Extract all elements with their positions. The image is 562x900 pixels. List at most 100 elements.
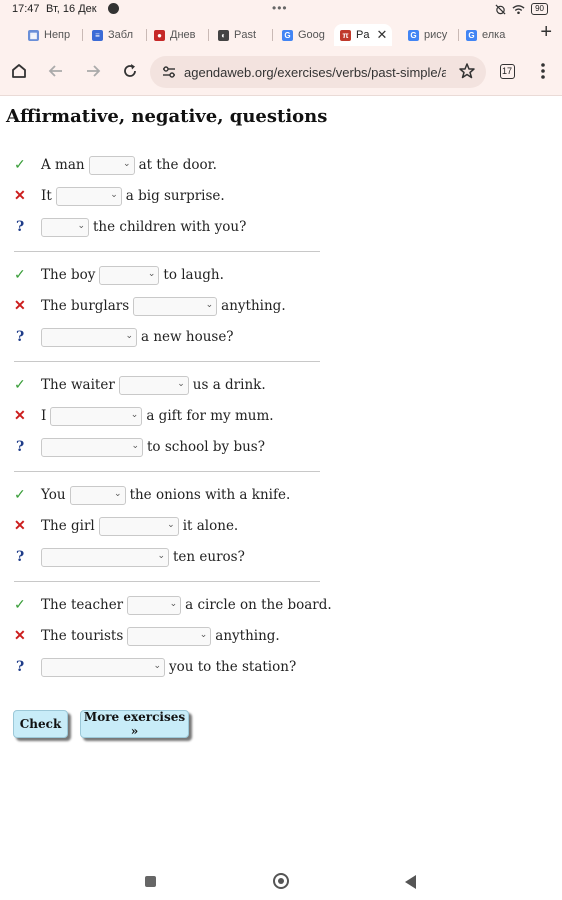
sentence-end: a new house?	[141, 329, 234, 345]
tab-label: Past	[234, 29, 257, 41]
group-divider	[14, 251, 320, 252]
forward-button[interactable]	[80, 58, 106, 84]
answer-dropdown[interactable]: ⌄	[99, 265, 160, 285]
site-settings-icon	[163, 66, 175, 78]
answer-dropdown[interactable]: ⌄	[55, 186, 122, 206]
tab-separator	[82, 29, 83, 41]
cross-mark-icon: ✕	[14, 628, 26, 644]
tab-label: Непр	[44, 29, 71, 41]
chevron-down-icon: ⌄	[153, 660, 161, 671]
address-bar[interactable]: agendaweb.org/exercises/verbs/past-simpl…	[150, 56, 486, 88]
check-mark-icon: ✓	[14, 267, 26, 283]
chevron-down-icon: ⌄	[130, 409, 139, 420]
tab-switcher-button[interactable]: 17	[494, 58, 520, 84]
chevron-down-icon: ⌄	[199, 629, 208, 640]
date: Вт, 16 Дек	[46, 3, 97, 15]
home-button[interactable]	[6, 58, 32, 84]
back-button[interactable]	[43, 58, 69, 84]
chevron-down-icon: ⌄	[131, 440, 139, 451]
home-nav-button[interactable]	[273, 873, 289, 889]
cross-mark-icon: ✕	[14, 408, 26, 424]
favicon-icon: G	[466, 29, 477, 41]
answer-dropdown[interactable]: ⌄	[98, 516, 179, 536]
exercise-row: ✕ The girl ⌄ it alone.	[14, 515, 238, 537]
chevron-down-icon: ⌄	[114, 488, 122, 499]
bookmark-star-icon[interactable]	[458, 62, 476, 80]
sentence-end: the children with you?	[93, 219, 247, 235]
browser-tab[interactable]: π Pa ✕	[334, 24, 392, 46]
browser-tab[interactable]: ◐ Past	[212, 24, 268, 46]
tab-label: Pa	[356, 29, 370, 41]
browser-toolbar: agendaweb.org/exercises/verbs/past-simpl…	[0, 48, 562, 96]
answer-dropdown[interactable]: ⌄	[88, 155, 135, 175]
sentence-end: us a drink.	[192, 377, 266, 393]
tab-label: рису	[424, 29, 448, 41]
answer-dropdown[interactable]: ⌄	[41, 547, 169, 567]
sentence-end: anything.	[221, 298, 286, 314]
tab-label: Днев	[170, 29, 196, 41]
sentence-start: It	[41, 188, 52, 204]
answer-dropdown[interactable]: ⌄	[69, 485, 126, 505]
answer-dropdown[interactable]: ⌄	[41, 327, 137, 347]
reload-button[interactable]	[117, 58, 143, 84]
close-tab-icon[interactable]: ✕	[376, 27, 387, 43]
sentence-start: The burglars	[41, 298, 130, 314]
sentence-start: The waiter	[41, 377, 115, 393]
sentence-end: a gift for my mum.	[146, 408, 274, 424]
answer-dropdown[interactable]: ⌄	[127, 595, 182, 615]
exercise-row: ✓ The waiter ⌄ us a drink.	[14, 374, 266, 396]
favicon-icon: G	[408, 29, 419, 41]
chevron-down-icon: ⌄	[169, 598, 178, 609]
window-dots: •••	[272, 1, 288, 15]
page-content: Affirmative, negative, questions ✓ A man ⌄…	[0, 96, 562, 860]
battery-icon: 90	[531, 3, 548, 15]
chevron-down-icon: ⌄	[123, 158, 131, 169]
check-button[interactable]: Check	[13, 710, 68, 738]
chevron-down-icon: ⌄	[125, 330, 133, 341]
back-arrow-icon	[48, 65, 62, 77]
tab-separator	[146, 29, 147, 41]
exercise-row: ✕ It ⌄ a big surprise.	[14, 185, 225, 207]
browser-tab[interactable]: ● Днев	[148, 24, 204, 46]
browser-tab[interactable]: ▦ Непр	[22, 24, 78, 46]
group-divider	[14, 471, 320, 472]
answer-dropdown[interactable]: ⌄	[41, 437, 143, 457]
menu-button[interactable]	[530, 58, 556, 84]
tab-separator	[208, 29, 209, 41]
sentence-end: you to the station?	[169, 659, 297, 675]
answer-dropdown[interactable]: ⌄	[50, 406, 143, 426]
exercise-row: ✓ You ⌄ the onions with a knife.	[14, 484, 290, 506]
browser-tab[interactable]: Gрису	[402, 24, 454, 46]
sentence-end: a big surprise.	[125, 188, 225, 204]
sentence-end: ten euros?	[173, 549, 245, 565]
sentence-start: The girl	[41, 518, 95, 534]
sentence-start: The teacher	[41, 597, 124, 613]
answer-dropdown[interactable]: ⌄	[133, 296, 218, 316]
check-mark-icon: ✓	[14, 157, 26, 173]
browser-tab[interactable]: ≡ Забл	[86, 24, 142, 46]
cross-mark-icon: ✕	[14, 188, 26, 204]
sentence-end: to school by bus?	[147, 439, 265, 455]
more-exercises-button[interactable]: More exercises »	[80, 710, 189, 738]
answer-dropdown[interactable]: ⌄	[118, 375, 189, 395]
do-not-disturb-icon	[108, 3, 119, 14]
forward-arrow-icon	[87, 65, 101, 77]
tab-label: елка	[482, 29, 506, 41]
clock: 17:47	[12, 3, 40, 15]
browser-tab[interactable]: G Goog	[276, 24, 328, 46]
answer-dropdown[interactable]: ⌄	[41, 217, 89, 237]
answer-dropdown[interactable]: ⌄	[41, 657, 165, 677]
browser-tab[interactable]: Gелка	[460, 24, 512, 46]
back-nav-button[interactable]	[405, 875, 416, 889]
sentence-start: You	[41, 487, 66, 503]
answer-dropdown[interactable]: ⌄	[127, 626, 212, 646]
question-mark-icon: ?	[16, 439, 25, 455]
sentence-start: The boy	[41, 267, 96, 283]
exercise-row: ? ⌄ you to the station?	[14, 656, 296, 678]
check-mark-icon: ✓	[14, 487, 26, 503]
recents-button[interactable]	[145, 876, 156, 887]
exercise-row: ? ⌄ ten euros?	[14, 546, 245, 568]
new-tab-button[interactable]: +	[540, 21, 552, 44]
check-mark-icon: ✓	[14, 377, 26, 393]
chevron-down-icon: ⌄	[167, 519, 175, 530]
